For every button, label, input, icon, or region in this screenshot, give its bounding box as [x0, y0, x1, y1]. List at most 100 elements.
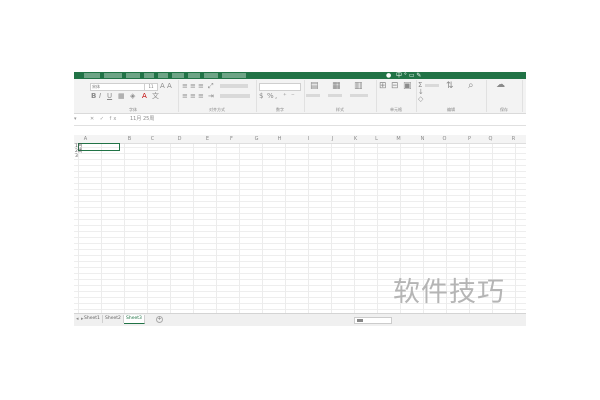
sheet-tab-bar: ◂ ▸ Sheet1 Sheet2 Sheet3 + — [74, 313, 526, 326]
sort-filter-icon[interactable]: ⇅ — [446, 82, 454, 91]
wrap-text-button[interactable] — [220, 84, 248, 88]
column-header[interactable]: Q — [479, 135, 502, 143]
ribbon-tab[interactable] — [204, 73, 218, 78]
cell-styles-icon[interactable]: ▥ — [354, 82, 363, 91]
styles-group-label: 样式 — [336, 107, 344, 112]
styles-group: ▤ ▦ ▥ 样式 — [304, 80, 377, 112]
fill-color-icon[interactable]: ◈ — [130, 93, 135, 100]
orientation-icon[interactable]: ⤢ — [208, 83, 214, 90]
find-select-icon[interactable]: ⌕ — [468, 81, 474, 91]
ribbon: 宋体 11 A A B I U ▦ ◈ A 文 字体 ≡ ≡ ≡ ⤢ ≡ ≡ ≡… — [74, 79, 526, 114]
column-header[interactable]: H — [268, 135, 291, 143]
horizontal-scrollbar[interactable] — [354, 317, 392, 324]
font-group-label: 字体 — [129, 107, 137, 112]
sheet-tab-sheet1[interactable]: Sheet1 — [82, 315, 103, 323]
ribbon-tab[interactable] — [188, 73, 200, 78]
italic-icon[interactable]: I — [99, 93, 101, 100]
clear-icon[interactable]: ◇ — [418, 96, 423, 103]
bold-icon[interactable]: B — [91, 93, 96, 100]
watermark-text: 软件技巧 — [393, 277, 505, 308]
add-sheet-button[interactable]: + — [156, 316, 163, 323]
format-as-table-button[interactable] — [328, 94, 342, 97]
ribbon-tab[interactable] — [158, 73, 168, 78]
formula-input[interactable]: 11月 25周 — [130, 116, 154, 123]
ribbon-tab[interactable] — [144, 73, 154, 78]
column-header[interactable]: J — [321, 135, 344, 143]
indent-icon[interactable]: ⇥ — [208, 93, 214, 100]
number-group: $ % , ⁺ ⁻ 数字 — [256, 80, 305, 112]
editing-group: Σ ↓ ◇ ⇅ ⌕ 编辑 — [416, 80, 487, 112]
font-name-box[interactable]: 宋体 — [90, 83, 145, 91]
column-header[interactable]: F — [220, 135, 243, 143]
save-group: ☁ 保存 — [486, 80, 523, 112]
align-top-icon[interactable]: ≡ — [182, 83, 188, 90]
font-color-icon[interactable]: A — [142, 93, 147, 100]
align-center-icon[interactable]: ≡ — [190, 93, 196, 100]
input-method-icon[interactable]: 中 ° ▭ ✎ — [396, 72, 421, 79]
number-format-dropdown[interactable] — [259, 83, 301, 91]
align-middle-icon[interactable]: ≡ — [190, 83, 196, 90]
ribbon-tab[interactable] — [172, 73, 184, 78]
delete-cells-icon[interactable]: ⊟ — [391, 82, 399, 91]
column-header-row: A B C D E F G H I J K L M N O P Q R — [74, 135, 526, 144]
column-header[interactable]: B — [118, 135, 141, 143]
editing-group-label: 编辑 — [447, 107, 455, 112]
borders-icon[interactable]: ▦ — [118, 93, 125, 100]
autosum-button[interactable] — [425, 84, 439, 87]
align-left-icon[interactable]: ≡ — [182, 93, 188, 100]
formula-bar: ▾ ✕ ✓ fx 11月 25周 — [74, 114, 526, 126]
formula-controls[interactable]: ✕ ✓ fx — [90, 116, 118, 123]
cell-a3[interactable]: 3 — [75, 154, 78, 160]
user-avatar-icon[interactable]: ● — [386, 72, 391, 79]
ribbon-tab[interactable] — [126, 73, 140, 78]
column-header[interactable]: A — [74, 135, 97, 143]
name-box[interactable]: ▾ — [74, 116, 86, 123]
scrollbar-thumb[interactable] — [357, 319, 363, 322]
active-cell-selection[interactable] — [78, 143, 120, 151]
conditional-format-button[interactable] — [306, 94, 320, 97]
sheet-tab-sheet2[interactable]: Sheet2 — [103, 315, 124, 323]
ribbon-tab[interactable] — [222, 73, 246, 78]
comma-style-icon[interactable]: , — [275, 93, 277, 100]
align-right-icon[interactable]: ≡ — [198, 93, 204, 100]
cell-styles-button[interactable] — [350, 94, 368, 97]
font-group: 宋体 11 A A B I U ▦ ◈ A 文 字体 — [88, 80, 179, 112]
conditional-format-icon[interactable]: ▤ — [310, 82, 319, 91]
save-to-cloud-icon[interactable]: ☁ — [496, 81, 505, 90]
column-header[interactable]: M — [387, 135, 410, 143]
sheet-tab-sheet3[interactable]: Sheet3 — [124, 315, 145, 324]
column-header[interactable]: E — [196, 135, 219, 143]
ribbon-tab[interactable] — [84, 73, 100, 78]
align-bottom-icon[interactable]: ≡ — [198, 83, 204, 90]
format-cells-icon[interactable]: ▣ — [403, 82, 412, 91]
column-header[interactable]: L — [365, 135, 388, 143]
ribbon-tab[interactable] — [104, 73, 122, 78]
column-header[interactable]: K — [344, 135, 367, 143]
cells-group: ⊞ ⊟ ▣ 单元格 — [376, 80, 417, 112]
number-group-label: 数字 — [276, 107, 284, 112]
merge-center-button[interactable] — [220, 94, 250, 98]
alignment-group-label: 对齐方式 — [209, 107, 225, 112]
shrink-font-icon[interactable]: A — [167, 83, 172, 90]
column-header[interactable]: N — [411, 135, 434, 143]
sheet-nav-left-icon[interactable]: ◂ — [76, 316, 79, 323]
underline-icon[interactable]: U — [107, 93, 112, 100]
insert-cells-icon[interactable]: ⊞ — [379, 82, 387, 91]
column-header[interactable]: G — [245, 135, 268, 143]
column-header[interactable]: D — [168, 135, 191, 143]
currency-icon[interactable]: $ — [259, 93, 263, 100]
column-header[interactable]: R — [502, 135, 525, 143]
column-header[interactable]: O — [433, 135, 456, 143]
decrease-decimal-icon[interactable]: ⁻ — [291, 93, 295, 100]
cells-group-label: 单元格 — [390, 107, 402, 112]
alignment-group: ≡ ≡ ≡ ⤢ ≡ ≡ ≡ ⇥ 对齐方式 — [178, 80, 257, 112]
column-header[interactable]: P — [458, 135, 481, 143]
grow-font-icon[interactable]: A — [160, 83, 165, 90]
percent-icon[interactable]: % — [267, 93, 274, 100]
font-size-box[interactable]: 11 — [144, 83, 158, 91]
format-as-table-icon[interactable]: ▦ — [332, 82, 341, 91]
phonetic-icon[interactable]: 文 — [152, 93, 159, 100]
column-header[interactable]: I — [297, 135, 320, 143]
column-header[interactable]: C — [141, 135, 164, 143]
increase-decimal-icon[interactable]: ⁺ — [283, 93, 287, 100]
